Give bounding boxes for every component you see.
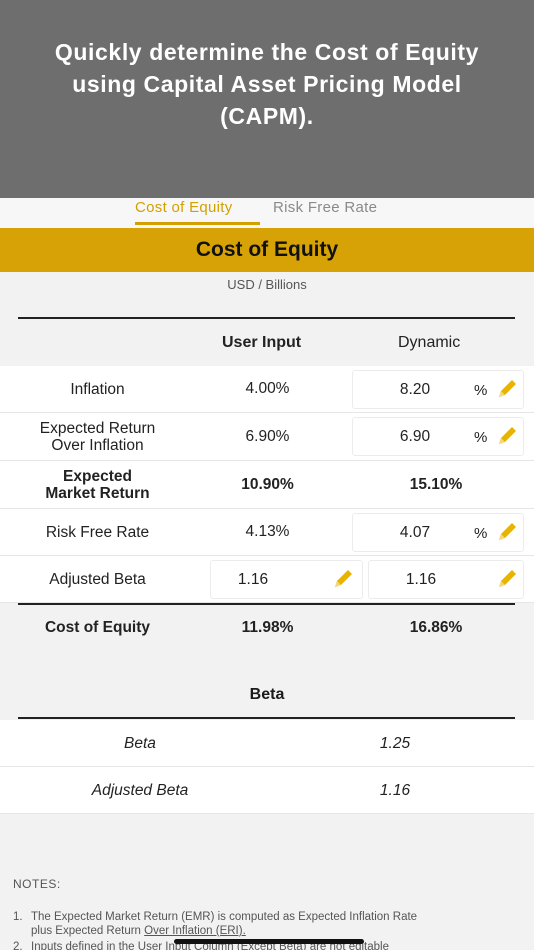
row-beta: Beta 1.25 [0,720,534,767]
active-tab-indicator [135,222,260,225]
banner-title: Quickly determine the Cost of Equity usi… [20,36,514,132]
percent-unit: % [474,525,488,542]
home-indicator[interactable] [174,939,364,944]
row-expected-return-over-inflation: Expected Return Over Inflation 6.90% 6.9… [0,413,534,461]
units-label: USD / Billions [227,277,307,292]
percent-unit: % [474,429,488,446]
note-1: 1. The Expected Market Return (EMR) is co… [13,910,523,938]
note-number: 2. [13,941,23,950]
user-input-value: 4.00% [245,380,290,397]
pencil-icon[interactable] [329,567,355,593]
dynamic-value: 1.16 [405,571,437,588]
row-label-line-1: Expected [63,468,132,485]
beta-label: Beta [124,735,156,752]
adjusted-beta-user-input[interactable]: 1.16 [210,560,363,599]
promo-banner: Quickly determine the Cost of Equity usi… [0,0,534,198]
row-label: Risk Free Rate [45,524,150,541]
column-header-dynamic: Dynamic [398,334,461,351]
dynamic-value: 6.90 [399,428,431,445]
beta-section-title: Beta [249,686,285,703]
pencil-icon[interactable] [493,377,519,403]
tab-bar: Cost of Equity Risk Free Rate [0,198,534,228]
adjusted-beta-dynamic-input[interactable]: 1.16 [368,560,524,599]
row-inflation: Inflation 4.00% 8.20 % [0,366,534,413]
banner-title-line-3: (CAPM). [220,103,314,129]
notes-title: NOTES: [13,877,61,891]
banner-title-line-1: Quickly determine the Cost of Equity [54,39,480,65]
row-label: Cost of Equity [44,619,151,636]
dynamic-value: 16.86% [409,619,463,636]
inflation-input[interactable]: 8.20 % [352,370,524,409]
note-text-line-2: plus Expected Return [31,925,145,937]
dynamic-value: 8.20 [399,381,431,398]
row-adjusted-beta: Adjusted Beta 1.16 1.16 [0,556,534,603]
beta-section-rule [18,717,515,719]
row-label: Expected Return Over Inflation [0,420,195,454]
user-input-value: 11.98% [241,619,294,636]
expected-return-input[interactable]: 6.90 % [352,417,524,456]
dynamic-value: 15.10% [409,476,463,493]
row-label: Expected Market Return [0,468,195,502]
pencil-icon[interactable] [493,424,519,450]
adjusted-beta-label: Adjusted Beta [91,782,189,799]
pencil-icon[interactable] [493,567,519,593]
row-label-line-2: Market Return [45,485,150,502]
row-risk-free-rate: Risk Free Rate 4.13% 4.07 % [0,509,534,556]
tab-risk-free-rate[interactable]: Risk Free Rate [273,198,377,226]
note-number: 1. [13,911,23,923]
note-text-emphasis: Over Inflation (ERI). [144,925,246,937]
row-expected-market-return: Expected Market Return 10.90% 15.10% [0,461,534,509]
user-input-value: 6.90% [245,428,290,445]
adjusted-beta-value: 1.16 [379,782,411,799]
table-top-rule [18,317,515,319]
percent-unit: % [474,382,488,399]
banner-title-line-2: using Capital Asset Pricing Model [72,71,462,97]
note-text-line-1: The Expected Market Return (EMR) is comp… [31,911,418,923]
row-label-line-1: Expected Return [39,420,156,437]
column-header-user-input: User Input [222,334,302,351]
risk-free-rate-input[interactable]: 4.07 % [352,513,524,552]
row-label-line-2: Over Inflation [51,437,144,454]
user-input-value: 10.90% [241,476,294,493]
row-beta-adjusted: Adjusted Beta 1.16 [0,767,534,814]
pencil-icon[interactable] [493,520,519,546]
dynamic-value: 4.07 [399,524,431,541]
note-text: The Expected Market Return (EMR) is comp… [31,910,521,938]
row-label: Adjusted Beta [49,571,146,588]
page-title: Cost of Equity [0,228,534,272]
user-input-value: 1.16 [237,571,269,588]
beta-value: 1.25 [379,735,411,752]
row-label: Inflation [70,381,125,398]
user-input-value: 4.13% [245,523,290,540]
row-cost-of-equity: Cost of Equity 11.98% 16.86% [0,605,534,651]
